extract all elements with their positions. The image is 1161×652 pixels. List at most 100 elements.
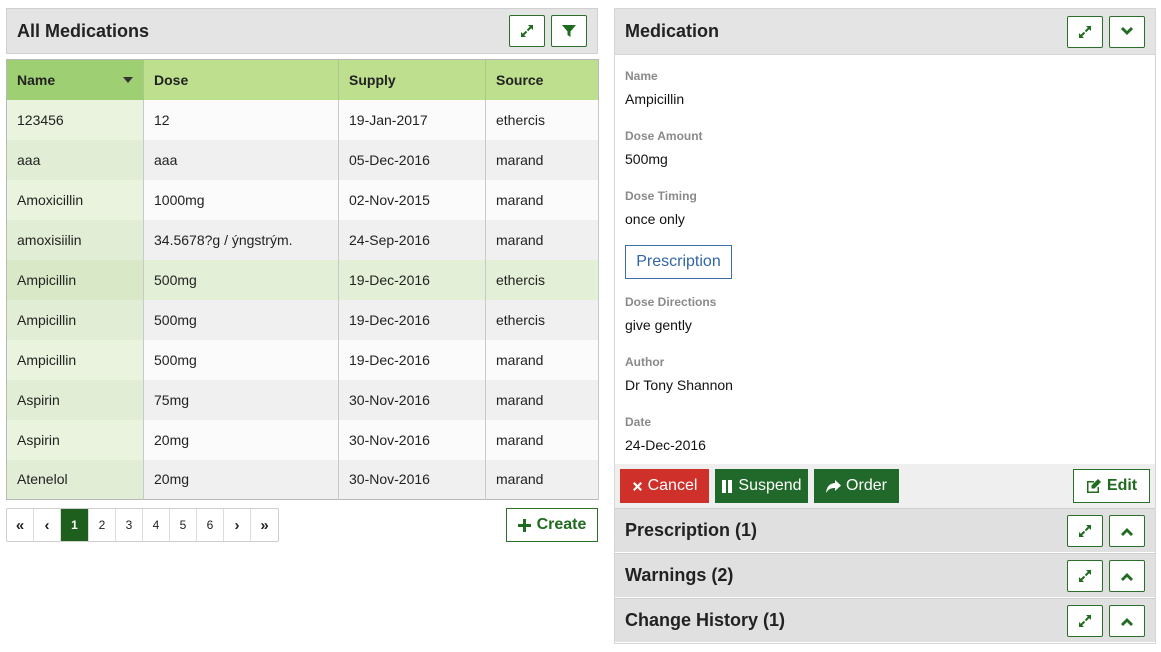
expand-section-button[interactable] (1109, 514, 1145, 547)
table-row[interactable]: Aspirin 20mg 30-Nov-2016 marand (6, 419, 599, 460)
page-button-1[interactable]: 1 (61, 509, 89, 541)
warnings-section-title: Warnings (2) (625, 565, 734, 585)
cell-supply: 30-Nov-2016 (338, 419, 486, 460)
table-row[interactable]: Aspirin 75mg 30-Nov-2016 marand (6, 379, 599, 420)
prescription-button[interactable]: Prescription (625, 245, 732, 279)
expand-icon (1079, 614, 1091, 627)
cell-source: marand (485, 219, 599, 260)
cell-source: ethercis (485, 259, 599, 300)
cell-dose: 75mg (143, 379, 339, 420)
column-header-supply[interactable]: Supply (338, 59, 486, 100)
page-button-5[interactable]: 5 (170, 509, 197, 541)
cancel-button[interactable]: Cancel (620, 469, 709, 503)
prev-page-button[interactable]: ‹ (34, 509, 61, 541)
cell-source: marand (485, 139, 599, 180)
change-history-section-header[interactable]: Change History (1) (615, 598, 1155, 642)
table-row[interactable]: 123456 12 19-Jan-2017 ethercis (6, 99, 599, 140)
cell-name: Ampicillin (6, 299, 144, 340)
cell-dose: 12 (143, 99, 339, 140)
expand-button[interactable] (509, 15, 545, 47)
cell-source: ethercis (485, 299, 599, 340)
expand-section-button[interactable] (1109, 604, 1145, 637)
page-button-6[interactable]: 6 (197, 509, 224, 541)
table-header-row: Name Dose Supply Source (6, 59, 599, 100)
dose-directions-label: Dose Directions (625, 295, 717, 309)
cell-source: marand (485, 339, 599, 380)
cell-dose: aaa (143, 139, 339, 180)
expand-section-button[interactable] (1109, 559, 1145, 592)
last-page-button[interactable]: » (251, 509, 278, 541)
cell-dose: 34.5678?g / ýngstrým. (143, 219, 339, 260)
order-button[interactable]: Order (814, 469, 899, 503)
medications-table: Name Dose Supply Source 123456 12 19-Jan-2… (6, 59, 599, 500)
cell-name: Ampicillin (6, 259, 144, 300)
cell-name: Amoxicillin (6, 179, 144, 220)
column-header-source[interactable]: Source (485, 59, 599, 100)
table-row[interactable]: Ampicillin 500mg 19-Dec-2016 marand (6, 339, 599, 380)
expand-icon (1079, 524, 1091, 537)
table-row[interactable]: amoxisiilin 34.5678?g / ýngstrým. 24-Sep-2… (6, 219, 599, 260)
medication-panel-header: Medication (615, 9, 1155, 55)
expand-icon (1079, 569, 1091, 582)
cell-supply: 19-Dec-2016 (338, 259, 486, 300)
table-row[interactable]: aaa aaa 05-Dec-2016 marand (6, 139, 599, 180)
name-value: Ampicillin (625, 91, 685, 107)
create-button[interactable]: Create (506, 508, 598, 542)
table-row[interactable]: Atenelol 20mg 30-Nov-2016 marand (6, 459, 599, 500)
filter-button[interactable] (551, 15, 587, 47)
table-row[interactable]: Amoxicillin 1000mg 02-Nov-2015 marand (6, 179, 599, 220)
cell-supply: 02-Nov-2015 (338, 179, 486, 220)
medications-list-panel: All Medications Name Dose Supply Source … (6, 8, 599, 542)
expand-icon (521, 25, 533, 37)
page-button-4[interactable]: 4 (143, 509, 170, 541)
cell-dose: 500mg (143, 299, 339, 340)
expand-button[interactable] (1067, 604, 1103, 637)
create-button-label: Create (536, 516, 587, 533)
collapse-button[interactable] (1109, 15, 1145, 48)
table-row-selected[interactable]: Ampicillin 500mg 19-Dec-2016 ethercis (6, 259, 599, 300)
next-page-button[interactable]: › (224, 509, 251, 541)
panel-title: Medication (625, 21, 720, 41)
cell-name: Ampicillin (6, 339, 144, 380)
cancel-button-label: Cancel (647, 477, 698, 494)
page-button-2[interactable]: 2 (89, 509, 116, 541)
cell-source: marand (485, 459, 599, 500)
filter-icon (562, 25, 576, 37)
cell-dose: 20mg (143, 419, 339, 460)
action-bar: Cancel Suspend Order Edit (615, 464, 1155, 508)
cell-source: marand (485, 179, 599, 220)
pause-icon (722, 479, 733, 493)
expand-button[interactable] (1067, 15, 1103, 48)
suspend-button[interactable]: Suspend (715, 469, 808, 503)
edit-button[interactable]: Edit (1073, 469, 1150, 503)
cell-dose: 500mg (143, 339, 339, 380)
cell-supply: 30-Nov-2016 (338, 379, 486, 420)
share-icon (826, 479, 842, 493)
name-label: Name (625, 69, 658, 83)
cell-supply: 05-Dec-2016 (338, 139, 486, 180)
dose-timing-label: Dose Timing (625, 189, 697, 203)
prescription-section-title: Prescription (1) (625, 520, 758, 540)
first-page-button[interactable]: « (7, 509, 34, 541)
panel-title: All Medications (17, 20, 150, 41)
column-header-dose[interactable]: Dose (143, 59, 339, 100)
expand-button[interactable] (1067, 559, 1103, 592)
date-value: 24-Dec-2016 (625, 437, 706, 453)
author-value: Dr Tony Shannon (625, 377, 733, 393)
cell-dose: 500mg (143, 259, 339, 300)
cell-name: Aspirin (6, 419, 144, 460)
cell-source: marand (485, 419, 599, 460)
expand-button[interactable] (1067, 514, 1103, 547)
order-button-label: Order (846, 477, 887, 494)
chevron-down-icon (1121, 26, 1133, 35)
cell-dose: 20mg (143, 459, 339, 500)
column-header-name[interactable]: Name (6, 59, 144, 100)
warnings-section-header[interactable]: Warnings (2) (615, 553, 1155, 597)
chevron-up-icon (1121, 572, 1133, 581)
cell-supply: 19-Dec-2016 (338, 299, 486, 340)
prescription-section-header[interactable]: Prescription (1) (615, 508, 1155, 552)
dose-timing-value: once only (625, 211, 685, 227)
medications-panel-header: All Medications (6, 8, 598, 54)
table-row[interactable]: Ampicillin 500mg 19-Dec-2016 ethercis (6, 299, 599, 340)
page-button-3[interactable]: 3 (116, 509, 143, 541)
